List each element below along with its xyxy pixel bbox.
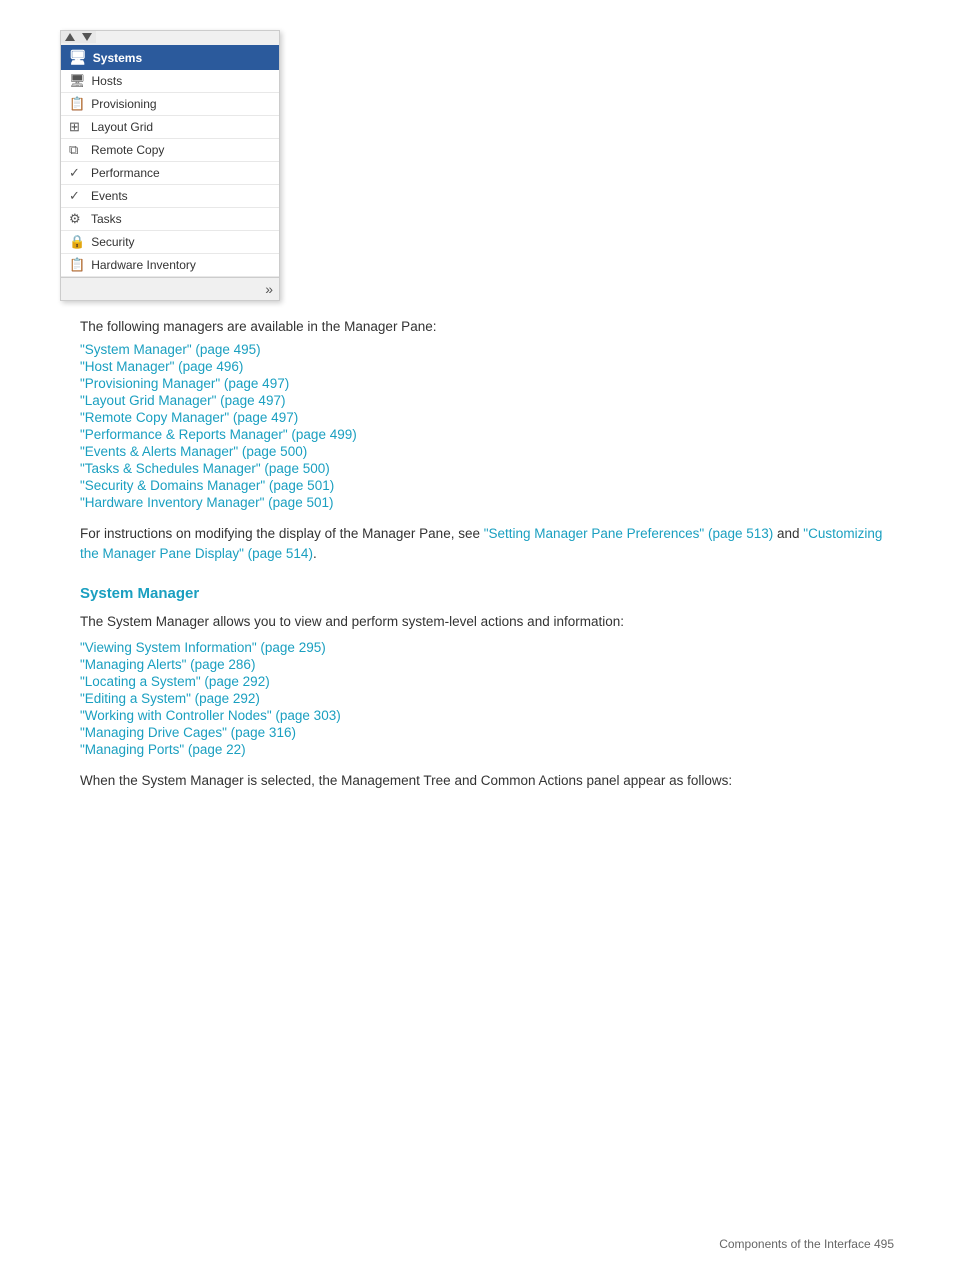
manager-links-list: "System Manager" (page 495) "Host Manage… <box>80 342 894 510</box>
layout-grid-icon: ⊞ <box>69 119 85 135</box>
arrow-down-icon <box>82 33 92 41</box>
footer-text: Components of the Interface 495 <box>719 1237 894 1251</box>
system-manager-links-list: "Viewing System Information" (page 295) … <box>80 640 894 757</box>
link-managing-alerts-anchor[interactable]: "Managing Alerts" (page 286) <box>80 657 255 672</box>
link-security-domains-manager[interactable]: "Security & Domains Manager" (page 501) <box>80 478 894 493</box>
pane-header: 🖥 Systems <box>61 45 279 70</box>
instructions-suffix: . <box>313 546 317 561</box>
tasks-icon: ⚙ <box>69 211 85 227</box>
pane-item-tasks[interactable]: ⚙ Tasks <box>61 208 279 231</box>
link-provisioning-manager-anchor[interactable]: "Provisioning Manager" (page 497) <box>80 376 289 391</box>
link-system-manager-anchor[interactable]: "System Manager" (page 495) <box>80 342 261 357</box>
link-provisioning-manager[interactable]: "Provisioning Manager" (page 497) <box>80 376 894 391</box>
link-controller-nodes[interactable]: "Working with Controller Nodes" (page 30… <box>80 708 894 723</box>
instructions-prefix: For instructions on modifying the displa… <box>80 526 484 541</box>
link-hardware-inventory-manager[interactable]: "Hardware Inventory Manager" (page 501) <box>80 495 894 510</box>
pane-header-label: Systems <box>93 51 142 65</box>
link-tasks-schedules-manager[interactable]: "Tasks & Schedules Manager" (page 500) <box>80 461 894 476</box>
pane-item-hardware-inventory[interactable]: 📋 Hardware Inventory <box>61 254 279 277</box>
systems-icon: 🖥 <box>69 49 87 66</box>
pane-item-provisioning-label: Provisioning <box>91 97 156 111</box>
hosts-icon: 🖥 <box>69 73 86 89</box>
pane-item-security[interactable]: 🔒 Security <box>61 231 279 254</box>
link-layout-grid-manager-anchor[interactable]: "Layout Grid Manager" (page 497) <box>80 393 285 408</box>
pane-item-performance[interactable]: ✓ Performance <box>61 162 279 185</box>
link-remote-copy-manager-anchor[interactable]: "Remote Copy Manager" (page 497) <box>80 410 298 425</box>
link-viewing-system-info-anchor[interactable]: "Viewing System Information" (page 295) <box>80 640 326 655</box>
performance-icon: ✓ <box>69 165 85 181</box>
link-drive-cages-anchor[interactable]: "Managing Drive Cages" (page 316) <box>80 725 296 740</box>
link-locating-system[interactable]: "Locating a System" (page 292) <box>80 674 894 689</box>
pane-item-events[interactable]: ✓ Events <box>61 185 279 208</box>
page-footer: Components of the Interface 495 <box>719 1237 894 1251</box>
manager-pane-screenshot: 🖥 Systems 🖥 Hosts 📋 Provisioning ⊞ Layou… <box>60 30 280 301</box>
main-content: The following managers are available in … <box>80 319 894 791</box>
pane-item-layout-grid[interactable]: ⊞ Layout Grid <box>61 116 279 139</box>
security-icon: 🔒 <box>69 234 85 250</box>
pane-scroll-right: » <box>61 277 279 300</box>
pane-item-events-label: Events <box>91 189 128 203</box>
section-intro-text: The System Manager allows you to view an… <box>80 612 894 632</box>
instructions-middle: and <box>773 526 803 541</box>
link-tasks-schedules-manager-anchor[interactable]: "Tasks & Schedules Manager" (page 500) <box>80 461 330 476</box>
page-container: 🖥 Systems 🖥 Hosts 📋 Provisioning ⊞ Layou… <box>0 0 954 851</box>
link-events-alerts-manager[interactable]: "Events & Alerts Manager" (page 500) <box>80 444 894 459</box>
instructions-paragraph: For instructions on modifying the displa… <box>80 524 894 565</box>
link-system-manager[interactable]: "System Manager" (page 495) <box>80 342 894 357</box>
link-viewing-system-info[interactable]: "Viewing System Information" (page 295) <box>80 640 894 655</box>
intro-text: The following managers are available in … <box>80 319 894 334</box>
link-layout-grid-manager[interactable]: "Layout Grid Manager" (page 497) <box>80 393 894 408</box>
provisioning-icon: 📋 <box>69 96 85 112</box>
link-locating-system-anchor[interactable]: "Locating a System" (page 292) <box>80 674 270 689</box>
arrow-up-icon <box>65 33 75 41</box>
link-managing-alerts[interactable]: "Managing Alerts" (page 286) <box>80 657 894 672</box>
events-icon: ✓ <box>69 188 85 204</box>
link-security-domains-manager-anchor[interactable]: "Security & Domains Manager" (page 501) <box>80 478 334 493</box>
pane-item-provisioning[interactable]: 📋 Provisioning <box>61 93 279 116</box>
link-managing-ports[interactable]: "Managing Ports" (page 22) <box>80 742 894 757</box>
link-remote-copy-manager[interactable]: "Remote Copy Manager" (page 497) <box>80 410 894 425</box>
link-editing-system[interactable]: "Editing a System" (page 292) <box>80 691 894 706</box>
link-events-alerts-manager-anchor[interactable]: "Events & Alerts Manager" (page 500) <box>80 444 307 459</box>
instructions-link1[interactable]: "Setting Manager Pane Preferences" (page… <box>484 526 774 541</box>
link-performance-reports-manager[interactable]: "Performance & Reports Manager" (page 49… <box>80 427 894 442</box>
link-host-manager-anchor[interactable]: "Host Manager" (page 496) <box>80 359 243 374</box>
section-closing-text: When the System Manager is selected, the… <box>80 771 894 791</box>
system-manager-heading: System Manager <box>80 585 894 602</box>
link-drive-cages[interactable]: "Managing Drive Cages" (page 316) <box>80 725 894 740</box>
pane-item-performance-label: Performance <box>91 166 160 180</box>
pane-item-hardware-inventory-label: Hardware Inventory <box>91 258 196 272</box>
link-performance-reports-manager-anchor[interactable]: "Performance & Reports Manager" (page 49… <box>80 427 357 442</box>
remote-copy-icon: ⧉ <box>69 142 85 158</box>
pane-item-remote-copy-label: Remote Copy <box>91 143 164 157</box>
pane-item-remote-copy[interactable]: ⧉ Remote Copy <box>61 139 279 162</box>
pane-item-hosts[interactable]: 🖥 Hosts <box>61 70 279 93</box>
right-arrow-icon: » <box>265 281 273 297</box>
link-editing-system-anchor[interactable]: "Editing a System" (page 292) <box>80 691 260 706</box>
pane-item-hosts-label: Hosts <box>92 74 123 88</box>
hardware-inventory-icon: 📋 <box>69 257 85 273</box>
link-controller-nodes-anchor[interactable]: "Working with Controller Nodes" (page 30… <box>80 708 341 723</box>
link-hardware-inventory-manager-anchor[interactable]: "Hardware Inventory Manager" (page 501) <box>80 495 333 510</box>
pane-item-layout-grid-label: Layout Grid <box>91 120 153 134</box>
scroll-arrows-top <box>61 31 279 43</box>
pane-item-tasks-label: Tasks <box>91 212 122 226</box>
pane-item-security-label: Security <box>91 235 134 249</box>
link-managing-ports-anchor[interactable]: "Managing Ports" (page 22) <box>80 742 246 757</box>
link-host-manager[interactable]: "Host Manager" (page 496) <box>80 359 894 374</box>
